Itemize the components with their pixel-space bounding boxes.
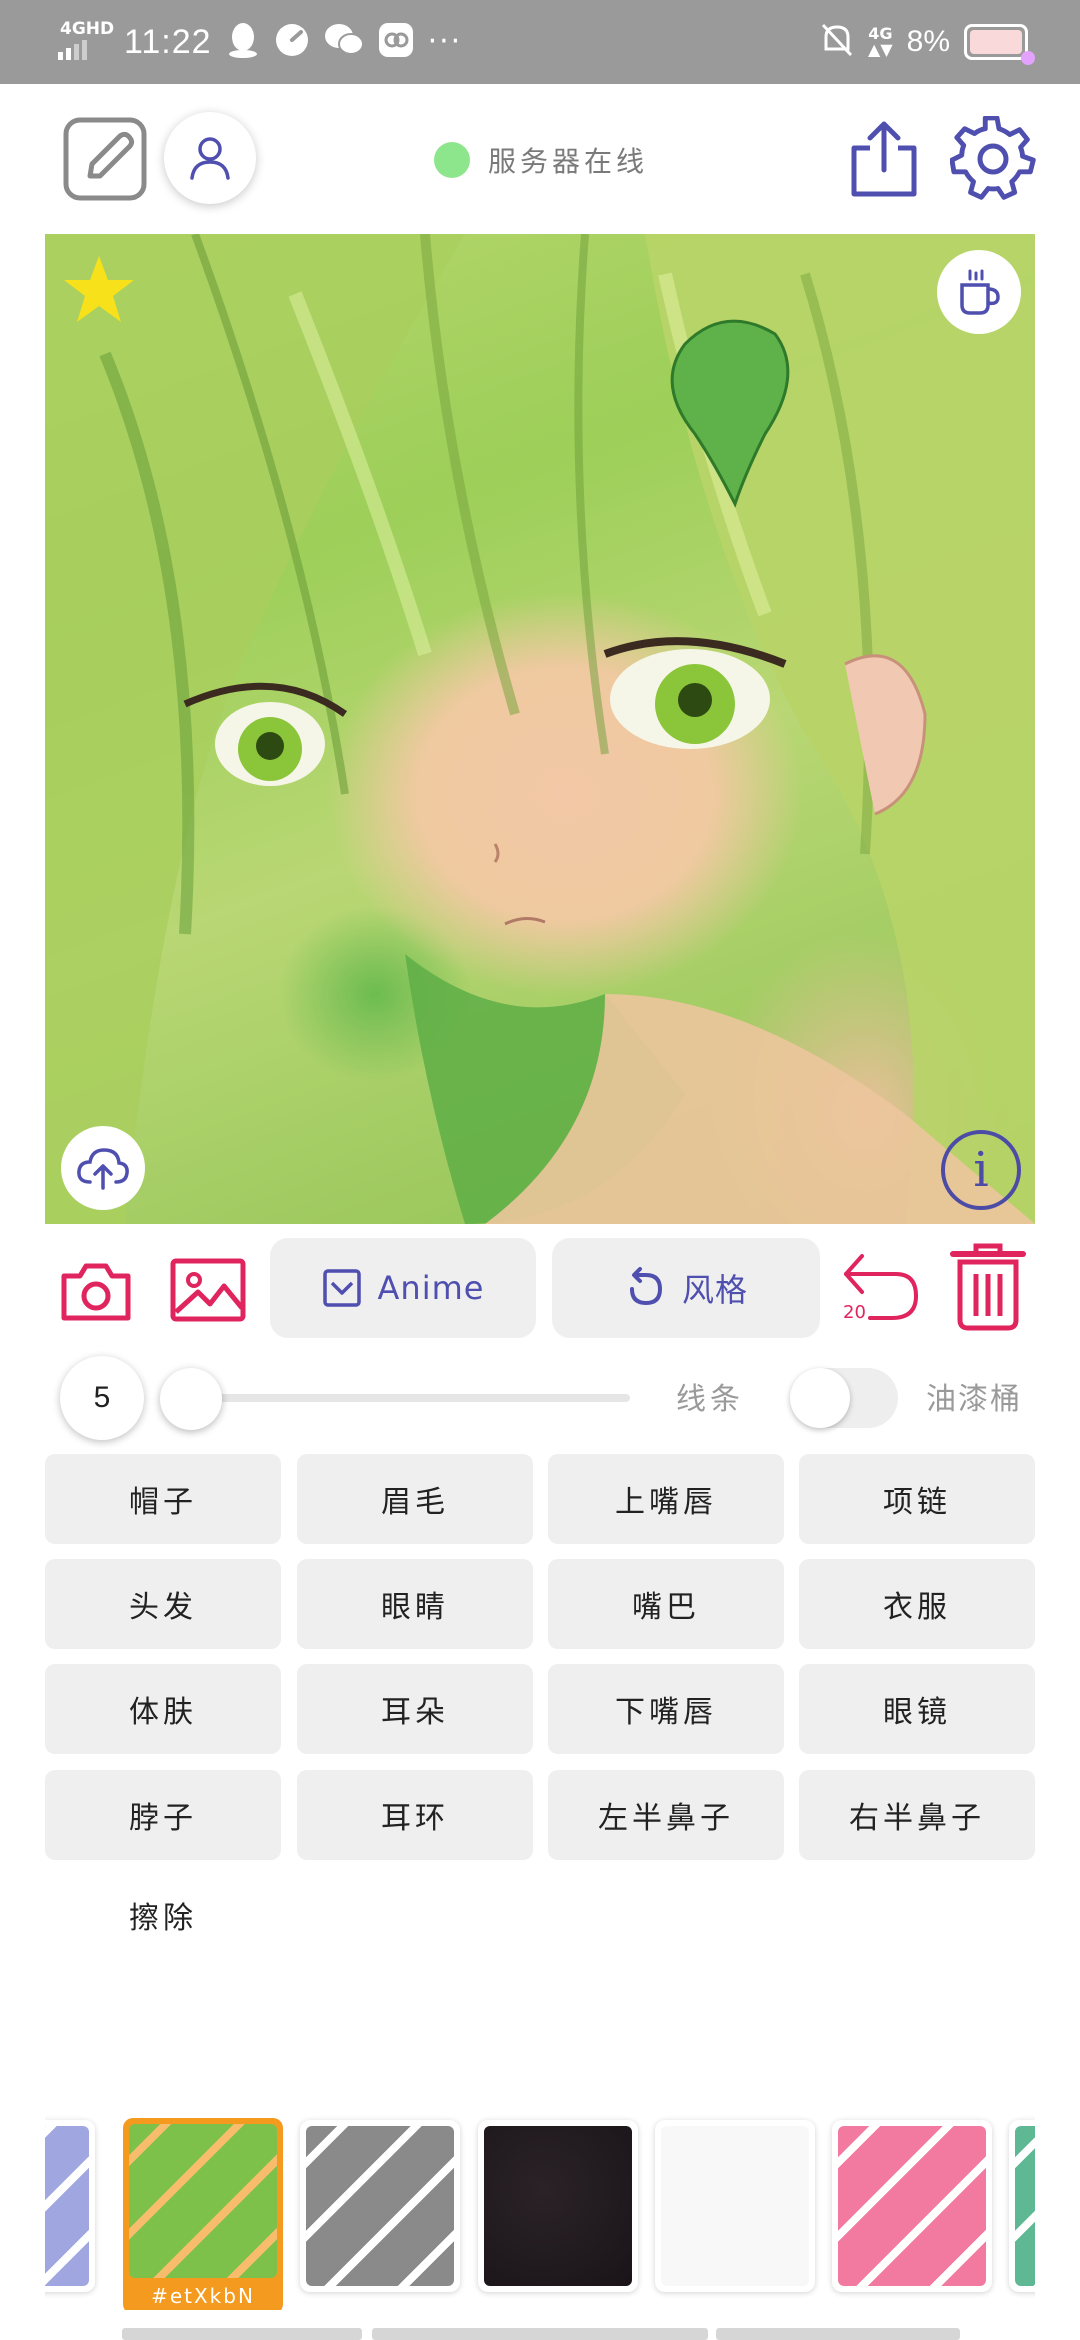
speed-icon xyxy=(274,22,310,62)
line-mode-label: 线条 xyxy=(676,1382,744,1417)
part-button[interactable]: 脖子 xyxy=(45,1770,281,1860)
toggle-knob xyxy=(790,1368,850,1428)
user-icon xyxy=(190,137,230,180)
strip-scrollbar-segment xyxy=(716,2328,960,2340)
more-notifications-icon: ··· xyxy=(427,24,463,59)
style-thumbnail-image xyxy=(661,2126,809,2286)
trash-icon xyxy=(950,1243,1026,1331)
settings-button[interactable] xyxy=(950,116,1036,202)
app-root: 4GHD 11:22 ··· 4G ▲▼ 8% 服务器在线 i Anime 风格… xyxy=(0,0,1080,2340)
part-button[interactable]: 眼镜 xyxy=(799,1664,1035,1754)
mute-icon xyxy=(820,21,854,63)
gallery-button[interactable] xyxy=(170,1254,246,1326)
qq-icon xyxy=(226,21,260,63)
erase-button[interactable]: 擦除 xyxy=(45,1872,281,1958)
cellular-icon: 4G ▲▼ xyxy=(868,24,893,59)
top-toolbar: 服务器在线 xyxy=(0,84,1080,234)
style-label: 风格 xyxy=(681,1271,748,1309)
model-label: Anime xyxy=(377,1269,485,1307)
model-select-button[interactable]: Anime xyxy=(270,1238,536,1338)
paint-bucket-toggle[interactable] xyxy=(790,1368,898,1428)
info-icon: i xyxy=(973,1142,989,1198)
strip-scrollbar-segment xyxy=(122,2328,362,2340)
edit-button[interactable] xyxy=(62,116,148,202)
battery-icon xyxy=(964,24,1035,65)
style-thumbnail[interactable] xyxy=(832,2120,992,2292)
share-icon xyxy=(851,121,917,197)
part-button[interactable]: 帽子 xyxy=(45,1454,281,1544)
style-thumbnail-image xyxy=(129,2124,277,2278)
portrait-artwork xyxy=(45,234,1035,1224)
style-thumbnail[interactable] xyxy=(1009,2120,1035,2292)
camera-button[interactable] xyxy=(60,1258,132,1324)
drawing-canvas[interactable]: i xyxy=(45,234,1035,1224)
server-status: 服务器在线 xyxy=(434,140,648,180)
style-thumbnail-image xyxy=(1015,2126,1035,2286)
status-left: 4GHD 11:22 ··· xyxy=(58,20,462,64)
part-button[interactable]: 项链 xyxy=(799,1454,1035,1544)
brush-size-slider[interactable] xyxy=(190,1394,630,1402)
part-button[interactable]: 嘴巴 xyxy=(548,1559,784,1649)
account-button[interactable] xyxy=(164,112,256,204)
part-button[interactable]: 眼睛 xyxy=(297,1559,533,1649)
clock: 11:22 xyxy=(124,22,212,61)
style-thumbnail-image xyxy=(838,2126,986,2286)
server-status-dot xyxy=(434,142,470,178)
cloud-upload-icon xyxy=(77,1148,129,1190)
favorite-star-icon[interactable] xyxy=(61,252,137,328)
part-button[interactable]: 下嘴唇 xyxy=(548,1664,784,1754)
camera-icon xyxy=(61,1263,131,1321)
part-button[interactable]: 右半鼻子 xyxy=(799,1770,1035,1860)
style-thumbnail-caption: #etXkbN xyxy=(151,2284,255,2308)
part-button[interactable]: 体肤 xyxy=(45,1664,281,1754)
strip-scrollbar-segment xyxy=(372,2328,708,2340)
gear-icon xyxy=(950,116,1036,200)
style-thumbnail[interactable]: #etXkbN xyxy=(123,2118,283,2310)
paint-bucket-label: 油漆桶 xyxy=(926,1382,1022,1417)
status-right: 4G ▲▼ 8% xyxy=(820,18,1035,66)
info-button[interactable]: i xyxy=(941,1130,1021,1210)
cellular-label: 4G xyxy=(868,24,893,43)
style-button[interactable]: 风格 xyxy=(552,1238,820,1338)
style-thumbnail[interactable] xyxy=(655,2120,815,2292)
delete-button[interactable] xyxy=(950,1242,1026,1332)
battery-percent: 8% xyxy=(906,25,950,58)
action-row: Anime 风格 20 xyxy=(0,1224,1080,1354)
style-thumbnail[interactable] xyxy=(45,2120,95,2292)
style-thumbnail-image xyxy=(306,2126,454,2286)
share-button[interactable] xyxy=(846,118,922,200)
dropdown-box-icon xyxy=(322,1269,361,1307)
part-button[interactable]: 耳环 xyxy=(297,1770,533,1860)
image-icon xyxy=(170,1258,246,1322)
gallery-app-icon xyxy=(378,22,414,62)
status-bar: 4GHD 11:22 ··· 4G ▲▼ 8% xyxy=(0,0,1080,84)
brush-size-slider-thumb[interactable] xyxy=(160,1368,222,1430)
brush-controls: 5 线条 油漆桶 xyxy=(0,1354,1080,1440)
wechat-icon xyxy=(324,22,364,62)
edit-icon xyxy=(63,117,147,201)
style-thumbnail[interactable] xyxy=(478,2120,638,2292)
network-type: 4GHD xyxy=(60,19,115,39)
part-button[interactable]: 眉毛 xyxy=(297,1454,533,1544)
coffee-cup-icon xyxy=(960,269,1000,315)
brush-size-indicator[interactable]: 5 xyxy=(60,1356,144,1440)
style-thumbnail[interactable] xyxy=(300,2120,460,2292)
style-thumbnail-image xyxy=(484,2126,632,2286)
part-button[interactable]: 左半鼻子 xyxy=(548,1770,784,1860)
part-button[interactable]: 耳朵 xyxy=(297,1664,533,1754)
part-button[interactable]: 衣服 xyxy=(799,1559,1035,1649)
signal-icon: 4GHD xyxy=(58,21,114,62)
undo-count: 20 xyxy=(843,1302,866,1323)
style-thumbnail-image xyxy=(45,2126,89,2286)
server-status-text: 服务器在线 xyxy=(488,145,649,178)
refresh-icon xyxy=(629,1267,662,1306)
coffee-button[interactable] xyxy=(937,250,1021,334)
part-button[interactable]: 头发 xyxy=(45,1559,281,1649)
part-button[interactable]: 上嘴唇 xyxy=(548,1454,784,1544)
style-strip[interactable]: #etXkbN xyxy=(45,2110,1035,2310)
cloud-upload-button[interactable] xyxy=(61,1126,145,1210)
